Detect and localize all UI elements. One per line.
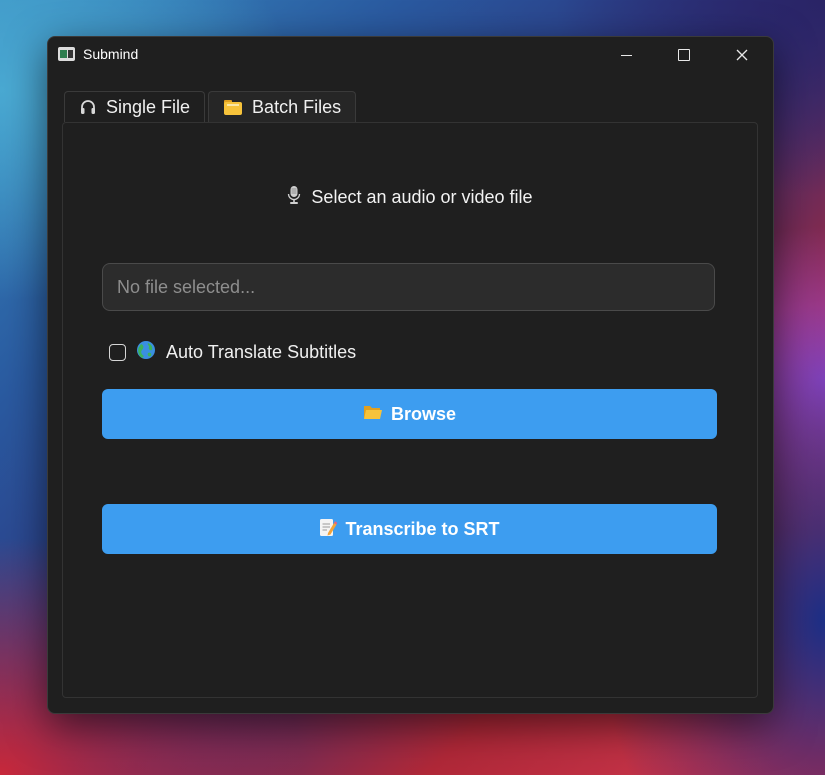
select-file-heading: Select an audio or video file	[63, 185, 757, 210]
microphone-icon	[287, 185, 301, 210]
open-folder-icon	[363, 403, 383, 425]
close-button[interactable]	[713, 37, 771, 73]
window-title: Submind	[83, 46, 139, 62]
auto-translate-label: Auto Translate Subtitles	[166, 342, 357, 362]
select-file-heading-text: Select an audio or video file	[311, 187, 533, 207]
close-icon	[736, 49, 748, 61]
app-window: Submind Single File Batch Files Select a…	[47, 36, 774, 714]
memo-icon	[319, 517, 338, 542]
tab-single-file-label: Single File	[106, 96, 191, 117]
minimize-button[interactable]	[597, 37, 655, 73]
headphones-icon	[79, 98, 97, 116]
browse-button[interactable]: Browse	[102, 389, 717, 439]
desktop-wallpaper: Submind Single File Batch Files Select a…	[0, 0, 825, 775]
tab-batch-files-label: Batch Files	[252, 96, 342, 117]
globe-icon	[136, 340, 156, 365]
title-bar[interactable]: Submind	[48, 37, 773, 73]
auto-translate-row: Auto Translate Subtitles	[109, 340, 356, 365]
maximize-icon	[678, 49, 690, 61]
tab-batch-files[interactable]: Batch Files	[208, 91, 357, 122]
tab-bar: Single File Batch Files	[64, 91, 357, 122]
browse-button-label: Browse	[390, 403, 457, 424]
folder-icon	[223, 98, 243, 116]
minimize-icon	[620, 54, 632, 56]
auto-translate-checkbox[interactable]	[109, 344, 126, 361]
transcribe-button[interactable]: Transcribe to SRT	[102, 504, 717, 554]
file-path-input[interactable]	[102, 263, 715, 311]
tab-single-file[interactable]: Single File	[64, 91, 206, 122]
maximize-button[interactable]	[655, 37, 713, 73]
single-file-panel: Select an audio or video file Auto Trans…	[62, 122, 758, 698]
transcribe-button-label: Transcribe to SRT	[345, 518, 500, 539]
app-icon	[58, 47, 75, 61]
